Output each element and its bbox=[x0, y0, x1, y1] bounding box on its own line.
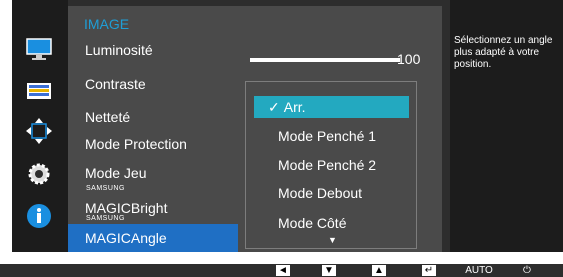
menu-item-label: Angle bbox=[130, 230, 167, 246]
magic-prefix: MAGIC bbox=[85, 230, 131, 246]
help-line: position. bbox=[454, 59, 492, 70]
enter-icon: ↵ bbox=[424, 265, 434, 276]
up-arrow-icon: ▲ bbox=[374, 265, 384, 276]
help-text: Sélectionnez un angle plus adapté à votr… bbox=[454, 35, 563, 71]
magic-angle-dropdown[interactable]: ✓ Arr. Mode Penché 1 Mode Penché 2 Mode D… bbox=[245, 81, 417, 249]
menu-item-label: Luminosité bbox=[85, 42, 153, 58]
menu-item-label: Contraste bbox=[85, 76, 146, 92]
menu-item-mode-protection[interactable]: Mode Protection bbox=[68, 130, 238, 158]
option-label: Mode Debout bbox=[278, 185, 363, 201]
color-bars-icon[interactable] bbox=[24, 76, 54, 106]
help-line: Sélectionnez un angle bbox=[454, 35, 553, 46]
power-icon[interactable]: ⏻ bbox=[519, 264, 535, 277]
osd-window: IMAGE Luminosité Contraste Netteté Mode … bbox=[12, 0, 563, 252]
option-label: Mode Côté bbox=[278, 215, 347, 231]
help-panel: Sélectionnez un angle plus adapté à votr… bbox=[450, 0, 563, 252]
scroll-down-icon[interactable]: ▼ bbox=[328, 235, 337, 245]
resize-arrows-icon[interactable] bbox=[24, 116, 54, 146]
menu-item-label: Mode Jeu bbox=[85, 165, 147, 181]
menu-item-label: Bright bbox=[130, 200, 168, 216]
menu-item-magic-angle[interactable]: SAMSUNG MAGIC Angle bbox=[68, 215, 238, 252]
menu-item-nettete[interactable]: Netteté bbox=[68, 103, 238, 131]
menu-item-luminosite[interactable]: Luminosité bbox=[68, 36, 238, 64]
option-mode-penche-2[interactable]: Mode Penché 2 bbox=[246, 154, 416, 176]
brightness-slider[interactable] bbox=[250, 58, 400, 62]
option-label: Mode Penché 1 bbox=[278, 128, 377, 144]
option-label: Arr. bbox=[283, 99, 306, 115]
checkmark-icon: ✓ bbox=[268, 99, 280, 115]
option-mode-penche-1[interactable]: Mode Penché 1 bbox=[246, 125, 416, 147]
category-sidebar bbox=[12, 0, 68, 252]
left-arrow-icon: ◄ bbox=[278, 265, 288, 276]
option-label: Mode Penché 2 bbox=[278, 157, 377, 173]
magic-prefix: MAGIC bbox=[85, 200, 131, 216]
magic-brand: SAMSUNG bbox=[86, 215, 125, 222]
auto-button[interactable]: AUTO bbox=[462, 264, 496, 277]
option-mode-cote[interactable]: Mode Côté bbox=[246, 212, 416, 234]
menu-item-label: Netteté bbox=[85, 109, 131, 125]
down-arrow-icon: ▼ bbox=[324, 265, 334, 276]
menu-item-contraste[interactable]: Contraste bbox=[68, 70, 238, 98]
monitor-icon[interactable] bbox=[24, 34, 54, 64]
option-mode-debout[interactable]: Mode Debout bbox=[246, 182, 416, 204]
option-arr[interactable]: ✓ Arr. bbox=[254, 96, 409, 118]
gear-icon[interactable] bbox=[24, 159, 54, 189]
menu-title: IMAGE bbox=[84, 16, 130, 32]
info-icon[interactable] bbox=[24, 201, 54, 231]
menu-item-label: Mode Protection bbox=[85, 136, 187, 152]
help-line: plus adapté à votre bbox=[454, 47, 540, 58]
magic-brand: SAMSUNG bbox=[86, 185, 125, 192]
magic-logo: SAMSUNG MAGIC bbox=[85, 215, 131, 252]
brightness-value: 100 bbox=[397, 51, 421, 67]
menu-item-mode-jeu[interactable]: Mode Jeu bbox=[68, 159, 238, 187]
control-bar: ◄ ▼ ▲ ↵ AUTO ⏻ bbox=[0, 264, 563, 277]
